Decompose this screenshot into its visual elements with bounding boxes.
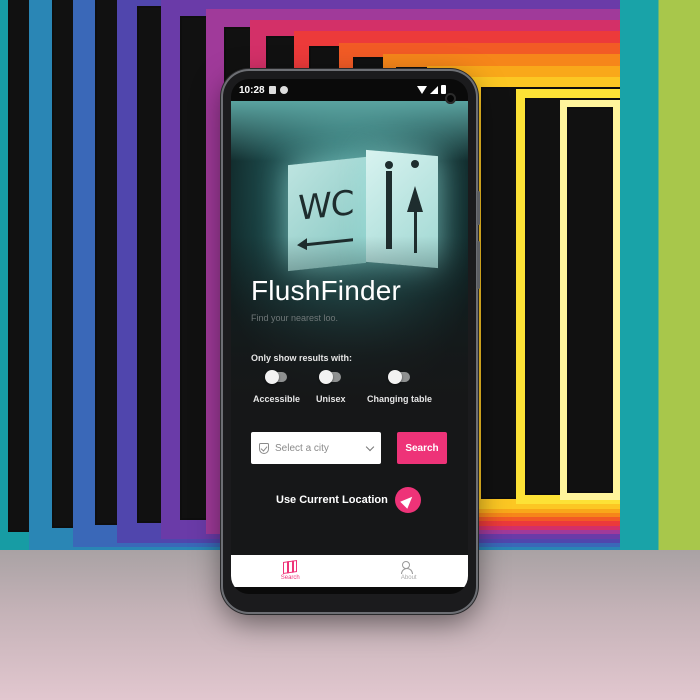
bottom-nav: Search About: [231, 555, 468, 587]
volume-button: [477, 191, 480, 225]
nav-item-about[interactable]: About: [350, 555, 469, 587]
filter-unisex: Unisex: [316, 370, 346, 404]
city-select[interactable]: Select a city: [251, 432, 381, 464]
use-location-label[interactable]: Use Current Location: [276, 494, 388, 506]
front-camera: [445, 93, 456, 104]
map-icon: [283, 560, 298, 574]
filter-label: Only show results with:: [251, 353, 353, 363]
status-bar: 10:28: [231, 79, 468, 101]
sync-icon: [279, 86, 288, 94]
filter-changing-table: Changing table: [367, 370, 432, 404]
toggle-label: Accessible: [253, 394, 301, 404]
search-button[interactable]: Search: [397, 432, 447, 464]
nav-label: Search: [280, 575, 300, 581]
app-title: FlushFinder: [251, 275, 402, 306]
changing-table-toggle[interactable]: [387, 370, 410, 384]
chevron-down-icon: [365, 442, 375, 451]
accessible-toggle[interactable]: [264, 370, 287, 384]
notification-icon: [268, 86, 276, 94]
city-select-placeholder: Select a city: [275, 442, 329, 454]
toggle-label: Unisex: [316, 394, 346, 404]
wifi-icon: [417, 85, 427, 94]
nav-label: About: [400, 575, 417, 581]
filter-accessible: Accessible: [253, 370, 301, 404]
people-icon: [400, 561, 417, 574]
phone-device: 10:28 WC FlushFinder Find your nearest l…: [223, 71, 480, 612]
app-tagline: Find your nearest loo.: [251, 313, 339, 323]
battery-icon: [441, 85, 446, 94]
toggle-label: Changing table: [367, 394, 432, 404]
nav-item-search[interactable]: Search: [231, 555, 350, 587]
signal-icon: [430, 85, 438, 94]
status-time: 10:28: [239, 84, 265, 96]
app-screen: 10:28 WC FlushFinder Find your nearest l…: [231, 79, 468, 594]
shield-check-icon: [259, 442, 269, 454]
unisex-toggle[interactable]: [318, 370, 341, 384]
gesture-bar: [231, 587, 468, 594]
navigation-arrow-icon: [399, 492, 416, 509]
use-location-button[interactable]: [395, 487, 421, 513]
tunnel-frame: [560, 100, 620, 500]
power-button: [477, 241, 480, 289]
